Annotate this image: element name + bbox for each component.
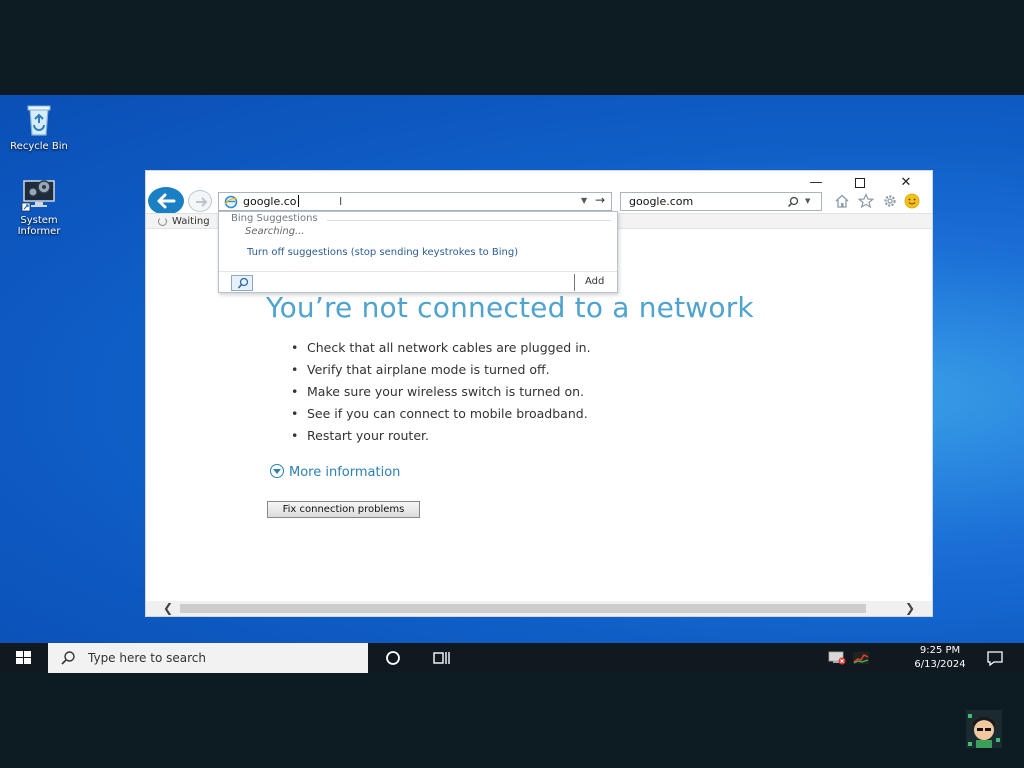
letterbox-bottom <box>0 673 1024 768</box>
search-icon[interactable] <box>787 196 799 208</box>
forward-button[interactable] <box>188 190 212 212</box>
system-informer-icon <box>20 175 58 213</box>
search-dropdown-icon[interactable]: ▼ <box>805 197 810 205</box>
clock-time: 9:25 PM <box>919 645 961 656</box>
task-view-icon <box>433 652 450 664</box>
performance-graph-icon[interactable] <box>852 651 870 665</box>
suggestions-status: Searching... <box>245 226 305 237</box>
system-tray <box>824 649 874 667</box>
list-item: • Make sure your wireless switch is turne… <box>291 384 585 399</box>
dropdown-arrow-icon[interactable]: ▼ <box>581 196 587 205</box>
suggestions-footer: Add <box>219 271 617 293</box>
letterbox-top <box>0 0 1024 95</box>
browser-window: — ✕ google.co I ▼ → google.com ▼ Waiting… <box>145 170 933 617</box>
scroll-left-arrow[interactable]: ❮ <box>160 601 176 616</box>
fix-connection-button[interactable]: Fix connection problems <box>267 501 420 518</box>
search-icon <box>61 651 75 665</box>
turn-off-suggestions-link[interactable]: Turn off suggestions (stop sending keyst… <box>247 247 518 258</box>
tab-current[interactable]: Waiting <box>150 214 220 230</box>
horizontal-scrollbar[interactable]: ❮ ❯ <box>146 601 932 616</box>
windows-logo-icon <box>16 651 31 664</box>
add-provider-button[interactable]: Add <box>585 276 604 287</box>
desktop-icon-system-informer[interactable]: System Informer <box>4 175 74 237</box>
cortana-button[interactable] <box>378 643 408 673</box>
divider <box>574 274 575 291</box>
home-icon[interactable] <box>834 193 850 209</box>
loading-spinner-icon <box>158 217 167 226</box>
network-disconnected-icon[interactable] <box>828 651 846 665</box>
desktop-icon-label: System Informer <box>17 215 61 237</box>
clock[interactable]: 9:25 PM 6/13/2024 <box>905 644 975 672</box>
desktop-icon-recycle-bin[interactable]: Recycle Bin <box>4 101 74 152</box>
notification-center-button[interactable] <box>980 643 1010 673</box>
address-input-text: google.co <box>243 195 299 208</box>
taskbar-search-box[interactable]: Type here to search <box>48 643 368 673</box>
search-icon <box>237 277 249 289</box>
search-input-text: google.com <box>629 195 694 208</box>
taskbar: Type here to search 9:25 PM 6/13/2024 <box>0 643 1024 673</box>
feedback-smiley-icon[interactable] <box>904 193 920 209</box>
taskbar-search-placeholder: Type here to search <box>88 651 206 665</box>
back-button[interactable] <box>148 187 184 215</box>
troubleshoot-list: • Check that all network cables are plugg… <box>291 337 591 447</box>
scroll-right-arrow[interactable]: ❯ <box>902 601 918 616</box>
screen: Recycle Bin System Informer — ✕ google.c… <box>0 0 1024 768</box>
recycle-bin-icon <box>20 101 58 139</box>
expand-circle-icon <box>270 464 284 478</box>
cortana-circle-icon <box>386 651 400 665</box>
suggestions-dropdown: Bing Suggestions Searching... Turn off s… <box>218 211 618 293</box>
desktop-icon-label: Recycle Bin <box>10 141 68 152</box>
address-bar[interactable]: google.co I ▼ → <box>218 192 612 211</box>
scrollbar-thumb[interactable] <box>180 604 866 613</box>
toolbar-icons <box>834 191 926 211</box>
text-cursor-icon: I <box>339 195 343 208</box>
go-arrow-icon[interactable]: → <box>595 193 605 207</box>
page-title: You’re not connected to a network <box>266 291 754 324</box>
list-item: • Verify that airplane mode is turned off… <box>291 362 550 377</box>
list-item: • Restart your router. <box>291 428 429 443</box>
back-arrow-icon <box>157 193 176 209</box>
tab-label: Waiting <box>172 216 210 227</box>
search-box[interactable]: google.com ▼ <box>620 192 822 211</box>
task-view-button[interactable] <box>426 643 456 673</box>
suggestions-header: Bing Suggestions <box>231 213 318 224</box>
channel-avatar-icon <box>966 710 1002 748</box>
divider <box>327 220 611 221</box>
forward-arrow-icon <box>196 197 208 207</box>
more-information-link[interactable]: More information <box>270 464 400 482</box>
notification-icon <box>987 651 1003 667</box>
search-provider-button[interactable] <box>231 275 253 291</box>
clock-date: 6/13/2024 <box>914 659 966 670</box>
favorites-star-icon[interactable] <box>858 193 874 209</box>
start-button[interactable] <box>0 643 48 673</box>
settings-gear-icon[interactable] <box>882 193 898 209</box>
ie-page-icon <box>224 195 238 209</box>
list-item: • Check that all network cables are plugg… <box>291 340 591 355</box>
list-item: • See if you can connect to mobile broadb… <box>291 406 588 421</box>
